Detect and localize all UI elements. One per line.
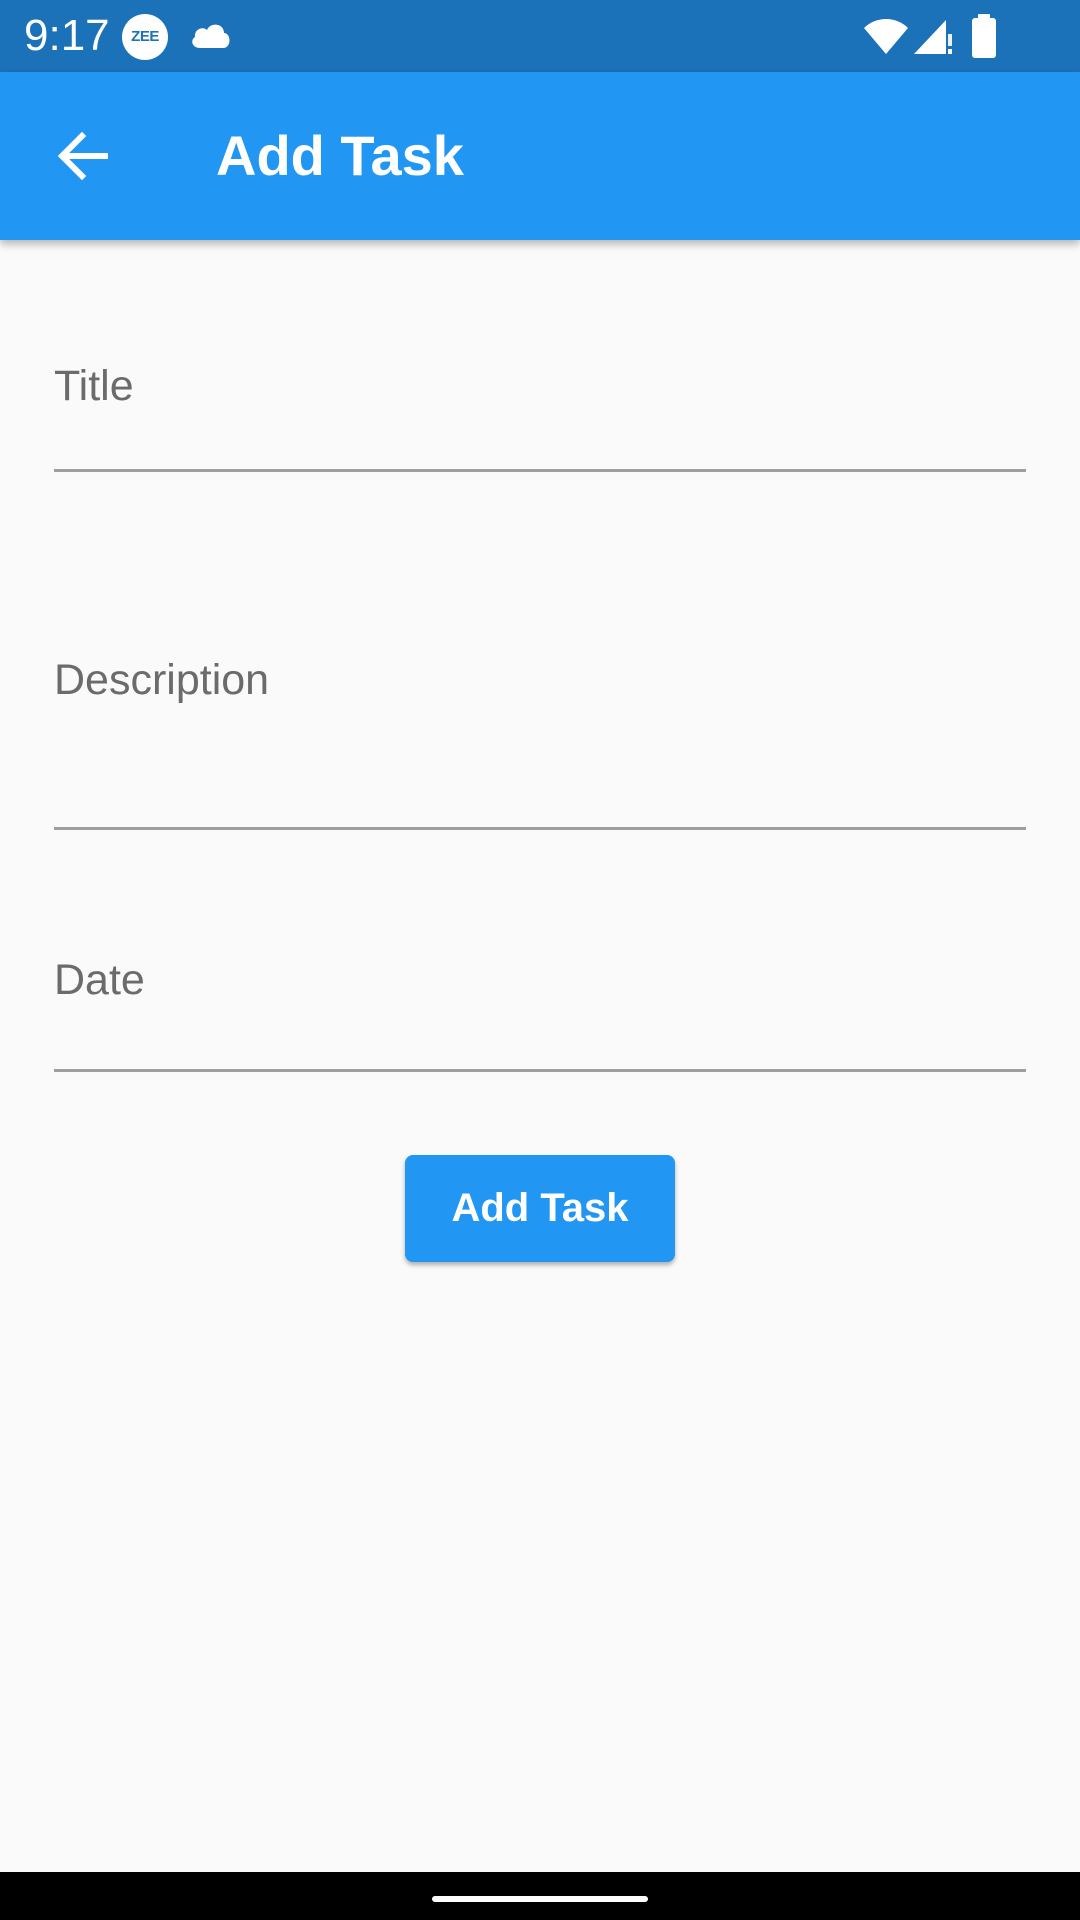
title-field-label: Title xyxy=(54,362,134,410)
description-field-label: Description xyxy=(54,656,270,704)
signal-icon xyxy=(914,20,952,54)
battery-icon xyxy=(972,14,996,58)
status-bar: 9:17 ZEE xyxy=(0,0,1080,72)
title-field[interactable]: Title xyxy=(54,340,1026,472)
description-field[interactable]: Description xyxy=(54,640,1026,830)
navigation-bar xyxy=(0,1872,1080,1920)
zee-app-icon: ZEE xyxy=(122,14,168,60)
home-gesture-handle[interactable] xyxy=(432,1896,648,1902)
wifi-icon xyxy=(864,19,908,54)
date-field-label: Date xyxy=(54,956,145,1004)
arrow-back-icon xyxy=(57,132,108,180)
zee-badge-text: ZEE xyxy=(131,28,159,45)
back-button[interactable] xyxy=(40,116,128,196)
add-task-button[interactable]: Add Task xyxy=(405,1155,675,1262)
status-time: 9:17 xyxy=(24,11,110,60)
cloud-icon xyxy=(192,24,230,48)
app-bar: Add Task xyxy=(0,72,1080,240)
page-title: Add Task xyxy=(216,124,464,187)
date-field[interactable]: Date xyxy=(54,940,1026,1072)
